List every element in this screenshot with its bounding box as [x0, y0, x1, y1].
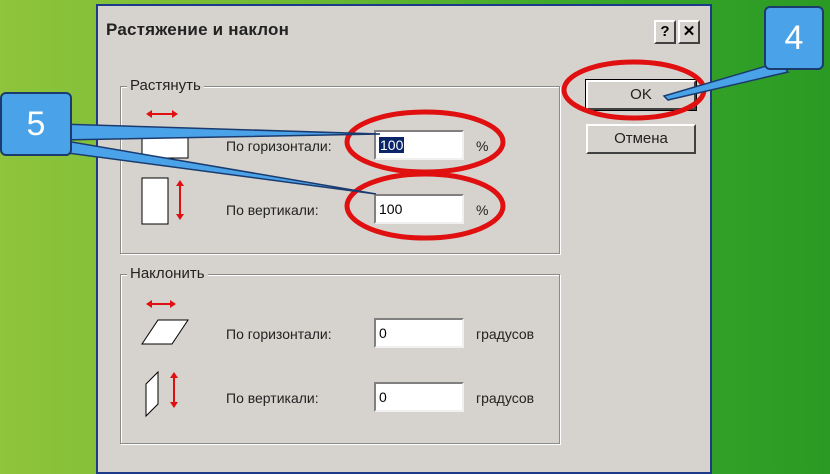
- annotation-overlay: [59, 59, 790, 241]
- callout-5-pointer-horizontal: [59, 123, 381, 141]
- callout-4: 4: [764, 6, 824, 70]
- callout-5: 5: [0, 92, 72, 156]
- horizontal-stretch-highlight-ellipse: [344, 109, 506, 175]
- vertical-stretch-highlight-ellipse: [344, 171, 506, 241]
- callout-5-pointer-vertical: [59, 139, 377, 195]
